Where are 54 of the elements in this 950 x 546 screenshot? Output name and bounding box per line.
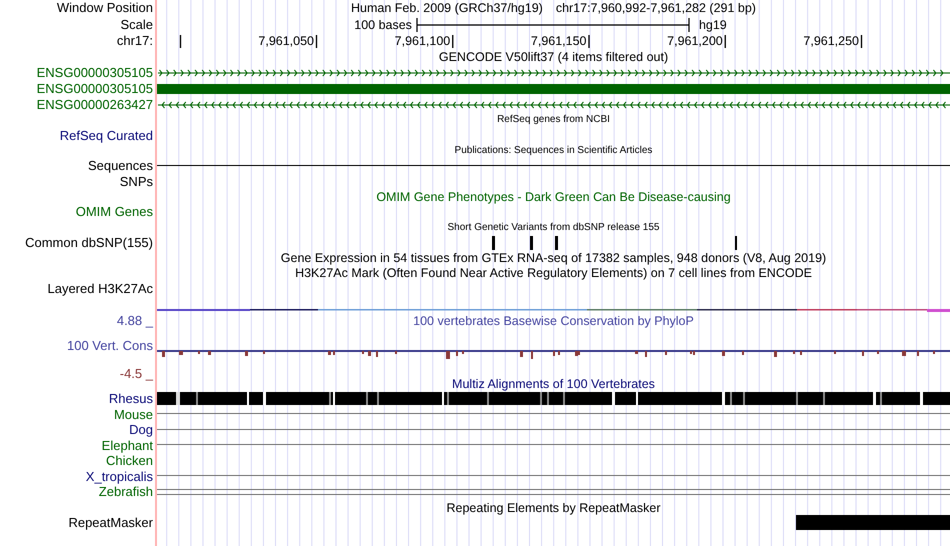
assembly-title: Human Feb. 2009 (GRCh37/hg19) [351, 2, 543, 15]
track-title: GENCODE V50lift37 (4 items filtered out) [438, 51, 668, 64]
conservation-bar [722, 350, 725, 356]
tick-label: 7,961,050 [258, 35, 315, 48]
conservation-bar [520, 350, 523, 357]
track-label: Elephant [102, 438, 153, 454]
conservation-bar [179, 350, 183, 355]
conservation-bar [208, 350, 211, 355]
track-label: X_tropicalis [86, 468, 153, 486]
row-label: Window Position [56, 0, 153, 16]
track-label: Zebrafish [98, 484, 153, 501]
scale-assembly: hg19 [698, 18, 727, 32]
track-label: SNPs [120, 174, 153, 190]
track-label: OMIM Genes [76, 204, 153, 221]
conservation-bar [162, 350, 165, 357]
row-label: Scale [120, 16, 153, 33]
conservation-bar [245, 350, 248, 356]
track-label: Sequences [88, 158, 153, 174]
track-label: ENSG00000305105 [36, 64, 153, 81]
track-title: H3K27Ac Mark (Often Found Near Active Regulatory Elements) on 7 cell lines from ENCODE [295, 267, 812, 280]
track-label: Rhesus [108, 391, 153, 408]
track-label: RepeatMasker [68, 515, 153, 532]
conservation-bar [446, 350, 450, 359]
track-title: RefSeq genes from NCBI [497, 115, 610, 126]
track-label: Chicken [106, 453, 153, 470]
row-label: chr17: [116, 33, 153, 50]
tick-label: 7,961,100 [394, 35, 452, 48]
track-label: ENSG00000263427 [36, 96, 153, 113]
track-label: Mouse [114, 406, 153, 424]
conservation-bar [328, 350, 331, 355]
conservation-bar [368, 350, 371, 356]
tick-label: 7,961,250 [803, 35, 860, 48]
track-title: Multiz Alignments of 100 Vertebrates [452, 378, 655, 390]
track-label: Layered H3K27Ac [47, 280, 153, 297]
position-text: chr17:7,960,992-7,961,282 (291 bp) [556, 2, 756, 15]
track-label: RefSeq Curated [60, 128, 153, 144]
conservation-bar [635, 350, 638, 354]
track-title: Repeating Elements by RepeatMasker [446, 502, 660, 514]
track-label: 100 Vert. Cons [67, 338, 153, 354]
axis-label: -4.5 _ [120, 366, 153, 382]
conservation-bar [902, 350, 906, 356]
track-label: ENSG00000305105 [36, 80, 153, 97]
scale-length: 100 bases [354, 18, 412, 32]
track-title: Publications: Sequences in Scientific Articles [454, 146, 652, 156]
track-title: OMIM Gene Phenotypes - Dark Green Can Be Disease-causing [376, 190, 731, 204]
track-label: Common dbSNP(155) [25, 234, 153, 252]
conservation-bar [774, 350, 777, 357]
track-title: Short Genetic Variants from dbSNP release 155 [448, 222, 660, 233]
track-title: 100 vertebrates Basewise Conservation by PhyloP [413, 314, 694, 328]
axis-label: 4.88 _ [116, 312, 153, 330]
tick-label: 7,961,150 [530, 35, 588, 48]
tick-label: 7,961,200 [667, 35, 724, 48]
track-title: Gene Expression in 54 tissues from GTEx RNA-seq of 17382 samples, 948 donors (V8, Aug 2019) [280, 252, 826, 265]
track-label: Dog [129, 422, 153, 439]
